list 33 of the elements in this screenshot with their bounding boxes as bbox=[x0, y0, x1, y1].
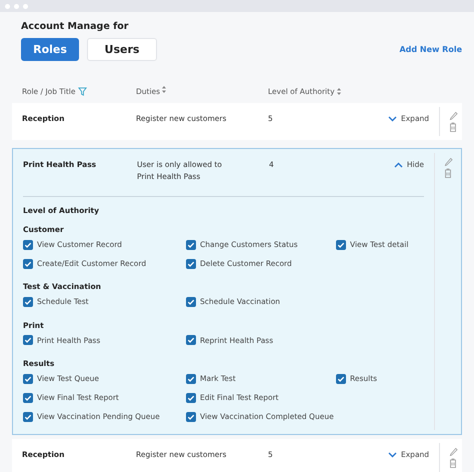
checkbox[interactable] bbox=[23, 240, 33, 250]
window-dot bbox=[23, 4, 28, 8]
edit-icon[interactable] bbox=[448, 111, 458, 120]
checkbox[interactable] bbox=[186, 335, 196, 346]
sort-icon[interactable] bbox=[336, 88, 341, 95]
checkbox[interactable] bbox=[336, 240, 346, 250]
edit-icon[interactable] bbox=[448, 447, 458, 456]
sort-icon[interactable] bbox=[162, 86, 166, 93]
add-role-link[interactable]: Add New Role bbox=[399, 44, 462, 56]
checkbox[interactable] bbox=[23, 297, 33, 307]
checkbox[interactable] bbox=[23, 258, 33, 269]
tab[interactable]: Roles bbox=[21, 38, 79, 62]
checkbox[interactable] bbox=[336, 374, 346, 384]
checkbox[interactable] bbox=[23, 374, 33, 384]
checkbox[interactable] bbox=[23, 412, 33, 422]
checkbox[interactable] bbox=[186, 374, 196, 384]
filter-icon[interactable] bbox=[78, 86, 88, 96]
checkbox[interactable] bbox=[186, 258, 196, 269]
checkbox[interactable] bbox=[186, 392, 196, 402]
tab[interactable]: Users bbox=[87, 38, 157, 62]
window-dot bbox=[5, 4, 10, 8]
window-dot bbox=[14, 4, 19, 8]
checkbox[interactable] bbox=[186, 240, 196, 250]
chevron-up-icon bbox=[394, 162, 403, 168]
checkbox[interactable] bbox=[23, 335, 33, 346]
chevron-down-icon bbox=[388, 452, 397, 458]
delete-icon[interactable] bbox=[449, 458, 458, 468]
checkbox[interactable] bbox=[23, 392, 33, 402]
checkbox[interactable] bbox=[186, 297, 196, 307]
chevron-down-icon bbox=[388, 116, 397, 122]
checkbox[interactable] bbox=[186, 412, 196, 422]
delete-icon[interactable] bbox=[449, 122, 458, 132]
page-title: Account Manage for bbox=[20, 20, 130, 34]
